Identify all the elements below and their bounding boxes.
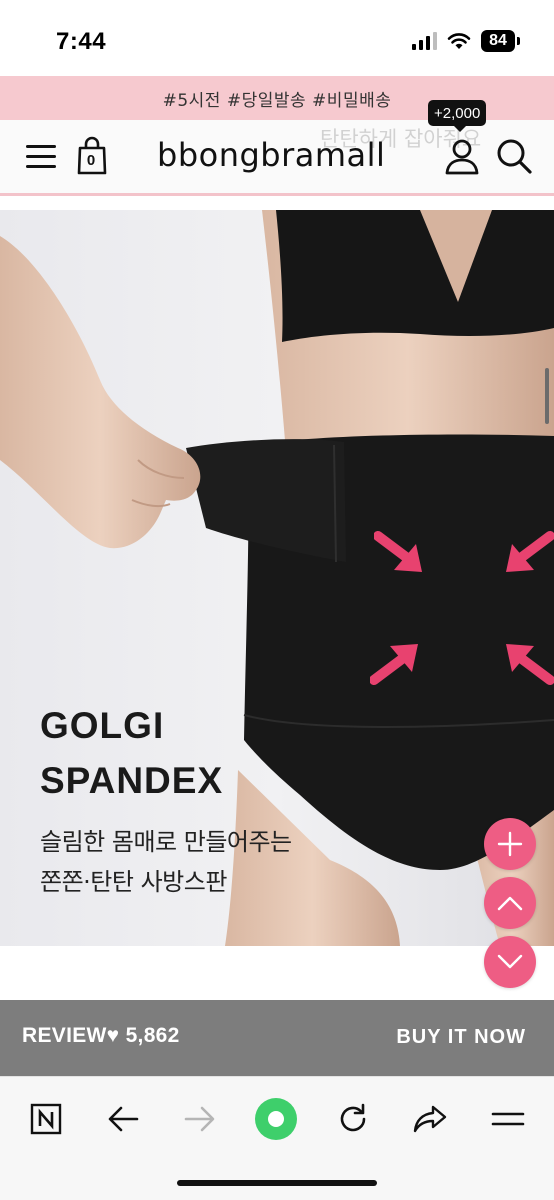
share-button[interactable]: [408, 1097, 452, 1141]
back-button[interactable]: [101, 1097, 145, 1141]
scroll-top-button[interactable]: [484, 877, 536, 929]
search-icon: [497, 139, 532, 174]
user-icon: [445, 139, 479, 175]
home-indicator[interactable]: [177, 1180, 377, 1186]
hero-subtitle: 슬림한 몸매로 만들어주는 쫀쫀·탄탄 사방스판: [40, 822, 292, 902]
arrow-icon: [370, 644, 418, 685]
plus-icon: [497, 831, 523, 857]
arrow-icon: [506, 531, 554, 572]
refresh-button[interactable]: [331, 1097, 375, 1141]
scroll-bottom-button[interactable]: [484, 936, 536, 988]
chevron-down-icon: [497, 954, 523, 969]
refresh-icon: [340, 1103, 366, 1132]
arrow-icon: [506, 644, 554, 685]
hero-title-line: SPANDEX: [40, 760, 224, 801]
browser-menu-button[interactable]: [486, 1097, 530, 1141]
home-icon: [255, 1098, 297, 1140]
hero-subtitle-line: 슬림한 몸매로 만들어주는: [40, 828, 292, 856]
hero-title: GOLGI SPANDEX: [40, 700, 223, 810]
status-time: 7:44: [56, 28, 107, 55]
battery-tip: [517, 37, 520, 45]
scrollbar-thumb[interactable]: [545, 368, 549, 424]
buy-now-button[interactable]: BUY IT NOW: [396, 1026, 526, 1049]
review-label: REVIEW: [22, 1024, 107, 1047]
cart-count: 0: [86, 152, 96, 169]
heart-icon: ♥: [106, 1024, 120, 1047]
promo-text: #5시전 #당일발송 #비밀배송: [162, 90, 392, 111]
review-link[interactable]: REVIEW♥ 5,862: [22, 1024, 180, 1048]
account-button[interactable]: [442, 136, 482, 176]
review-bar: REVIEW♥ 5,862 BUY IT NOW: [0, 1000, 554, 1076]
battery-icon: 84: [481, 30, 515, 52]
cart-button[interactable]: 0: [76, 136, 110, 176]
forward-icon: [184, 1106, 215, 1132]
home-button[interactable]: [254, 1097, 298, 1141]
site-header: 탄탄하게 잡아줘요 0 bbongbramall: [0, 120, 554, 196]
wifi-icon: [447, 33, 471, 49]
points-badge: +2,000: [428, 100, 487, 132]
site-logo[interactable]: bbongbramall: [157, 136, 385, 174]
status-bar: 7:44 84: [0, 0, 554, 76]
search-button[interactable]: [494, 136, 534, 176]
share-icon: [413, 1105, 447, 1133]
arrow-icon: [374, 531, 422, 572]
signal-icon: [412, 32, 437, 50]
hero-subtitle-line: 쫀쫀·탄탄 사방스판: [40, 868, 227, 896]
naver-icon: [30, 1103, 62, 1135]
chevron-up-icon: [497, 896, 523, 911]
hero-title-line: GOLGI: [40, 705, 165, 746]
naver-button[interactable]: [24, 1097, 68, 1141]
add-button[interactable]: [484, 818, 536, 870]
back-icon: [108, 1106, 139, 1132]
forward-button[interactable]: [178, 1097, 222, 1141]
menu-button[interactable]: [24, 142, 58, 172]
review-count: 5,862: [125, 1024, 180, 1047]
menu-icon: [491, 1112, 525, 1126]
status-icons: 84: [412, 30, 520, 52]
